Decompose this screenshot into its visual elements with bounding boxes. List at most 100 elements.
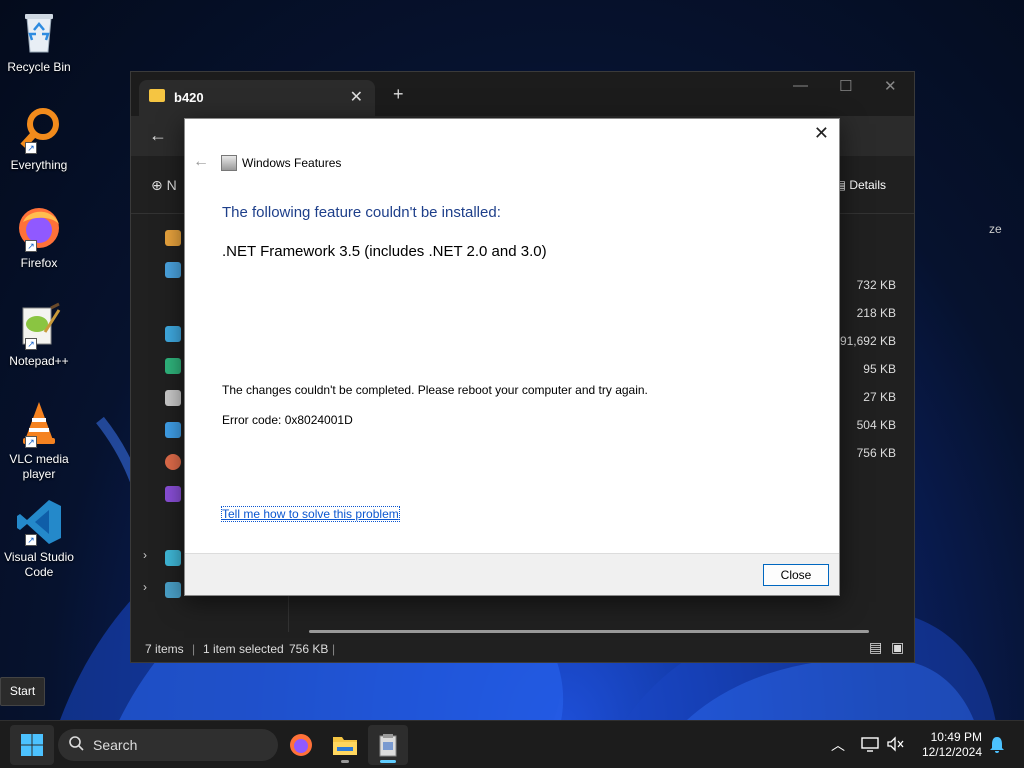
desktop-icon-label: VLC media player (9, 452, 69, 481)
firefox-icon: ↗ (15, 204, 63, 252)
file-size: 95 KB (863, 362, 896, 376)
windows-features-dialog: ✕ ← Windows Features The following featu… (184, 118, 840, 596)
shortcut-arrow-icon: ↗ (25, 240, 37, 252)
notification-bell-icon[interactable] (989, 736, 1005, 754)
folder-icon (149, 89, 165, 102)
dialog-footer: Close (185, 553, 839, 595)
vlc-icon: ↗ (15, 400, 63, 448)
search-icon (69, 736, 84, 751)
desktop-icon-label: Recycle Bin (7, 60, 71, 74)
recycle-bin-icon (15, 8, 63, 56)
file-size: 756 KB (856, 446, 896, 460)
file-size: 504 KB (856, 418, 896, 432)
file-size: 91,692 KB (839, 334, 896, 348)
this-pc-icon[interactable] (165, 550, 181, 566)
desktop-icon-label: Visual Studio Code (4, 550, 74, 579)
help-link[interactable]: Tell me how to solve this problem (221, 506, 400, 522)
active-indicator (380, 760, 396, 763)
search-placeholder: Search (93, 737, 138, 753)
file-size: 732 KB (856, 278, 896, 292)
vscode-icon: ↗ (15, 498, 63, 546)
taskbar-file-explorer[interactable] (325, 725, 365, 765)
details-view-icon[interactable]: ▤ (869, 639, 882, 656)
error-message: The changes couldn't be completed. Pleas… (222, 383, 648, 397)
shortcut-arrow-icon: ↗ (25, 436, 37, 448)
taskbar-search-box[interactable]: Search (58, 729, 278, 761)
taskbar-firefox[interactable] (281, 725, 321, 765)
taskbar: Search ︿ 10:49 PM 12/12/2024 (0, 720, 1024, 768)
everything-search-icon: ↗ (15, 106, 63, 154)
new-button-label: N (166, 177, 177, 193)
file-explorer-icon (333, 737, 357, 755)
close-button[interactable]: Close (763, 564, 829, 586)
maximize-button[interactable]: ☐ (839, 77, 852, 95)
dialog-heading: The following feature couldn't be instal… (222, 204, 501, 221)
status-selected: 1 item selected (203, 642, 284, 656)
desktop-icon-label: Notepad++ (9, 354, 69, 368)
start-button[interactable] (10, 725, 54, 765)
desktop-icon-firefox[interactable]: ↗ Firefox (2, 204, 76, 271)
documents-icon[interactable] (165, 390, 181, 406)
clock-time: 10:49 PM (930, 730, 982, 744)
close-window-button[interactable]: ✕ (884, 77, 897, 95)
running-indicator (341, 760, 349, 763)
tiles-view-icon[interactable]: ▣ (891, 639, 904, 656)
volume-muted-icon[interactable] (886, 736, 904, 752)
gallery-icon[interactable] (165, 262, 181, 278)
dialog-back-arrow-icon[interactable]: ← (193, 153, 209, 171)
shortcut-arrow-icon: ↗ (25, 338, 37, 350)
windows-features-icon (379, 734, 397, 757)
status-divider: | (192, 642, 196, 656)
desktop-icon-notepad-plus-plus[interactable]: ↗ Notepad++ (2, 302, 76, 369)
home-icon[interactable] (165, 230, 181, 246)
status-item-count: 7 items (145, 642, 184, 656)
firefox-icon (290, 734, 312, 756)
details-label: Details (849, 178, 886, 192)
system-clock[interactable]: 10:49 PM 12/12/2024 (914, 730, 982, 760)
file-size: 218 KB (856, 306, 896, 320)
feature-name: .NET Framework 3.5 (includes .NET 2.0 an… (222, 243, 547, 260)
clock-date: 12/12/2024 (921, 745, 982, 759)
expand-chevron-icon[interactable]: › (143, 548, 147, 562)
taskbar-windows-features[interactable] (368, 725, 408, 765)
desktop-icon-vlc[interactable]: ↗ VLC media player (2, 400, 76, 482)
start-tooltip: Start (0, 677, 45, 706)
downloads-icon[interactable] (165, 358, 181, 374)
shortcut-arrow-icon: ↗ (25, 534, 37, 546)
explorer-titlebar: b420 ✕ + — ☐ ✕ (131, 72, 914, 116)
windows-logo-icon (21, 734, 43, 756)
music-icon[interactable] (165, 454, 181, 470)
desktop-icon-label: Everything (10, 158, 68, 172)
minimize-button[interactable]: — (793, 77, 808, 94)
dialog-close-icon[interactable]: ✕ (814, 123, 829, 144)
details-button[interactable]: ▤ Details (835, 178, 886, 192)
error-code: Error code: 0x8024001D (222, 413, 353, 427)
tab-close-icon[interactable]: ✕ (350, 87, 363, 107)
desktop-icon-label: Firefox (20, 256, 58, 270)
new-tab-button[interactable]: + (393, 84, 404, 105)
explorer-status-bar: 7 items | 1 item selected 756 KB | ▤ ▣ (131, 634, 914, 662)
size-column-header[interactable]: ze (989, 222, 1002, 236)
explorer-tab[interactable]: b420 ✕ (139, 80, 375, 116)
pictures-icon[interactable] (165, 422, 181, 438)
shortcut-arrow-icon: ↗ (25, 142, 37, 154)
status-divider: | (332, 642, 336, 656)
notepad-plus-plus-icon: ↗ (15, 302, 63, 350)
desktop-folder-icon[interactable] (165, 326, 181, 342)
show-hidden-icons-chevron-icon[interactable]: ︿ (831, 735, 845, 755)
videos-icon[interactable] (165, 486, 181, 502)
new-button[interactable]: ⊕ N (151, 177, 177, 194)
desktop-icon-recycle-bin[interactable]: Recycle Bin (2, 8, 76, 75)
back-arrow-icon[interactable]: ← (149, 125, 167, 146)
expand-chevron-icon[interactable]: › (143, 580, 147, 594)
desktop-icon-vscode[interactable]: ↗ Visual Studio Code (2, 498, 76, 580)
status-size: 756 KB (289, 642, 329, 656)
desktop-icon-everything[interactable]: ↗ Everything (2, 106, 76, 173)
explorer-tab-title: b420 (174, 90, 204, 105)
dialog-title: Windows Features (242, 156, 342, 170)
windows-features-icon (221, 155, 237, 171)
horizontal-scrollbar[interactable] (309, 630, 869, 633)
file-size: 27 KB (863, 390, 896, 404)
network-icon[interactable] (165, 582, 181, 598)
network-icon[interactable] (861, 736, 879, 752)
